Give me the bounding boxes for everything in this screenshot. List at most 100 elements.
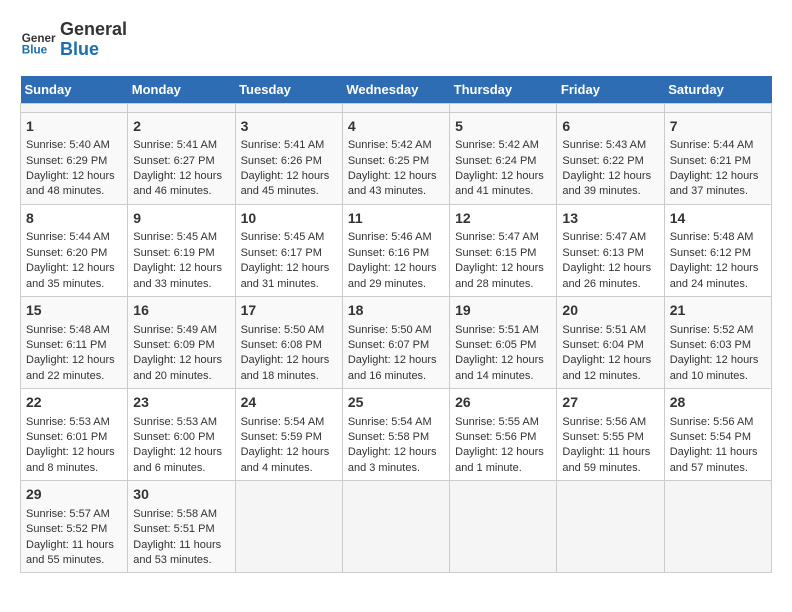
- calendar-day: 19Sunrise: 5:51 AMSunset: 6:05 PMDayligh…: [450, 296, 557, 388]
- daylight-text: Daylight: 11 hours and 55 minutes.: [26, 538, 122, 569]
- calendar-day: 22Sunrise: 5:53 AMSunset: 6:01 PMDayligh…: [21, 389, 128, 481]
- header-thursday: Thursday: [450, 76, 557, 104]
- sunset-text: Sunset: 6:26 PM: [241, 154, 337, 169]
- calendar-day: [128, 103, 235, 112]
- calendar-day: 14Sunrise: 5:48 AMSunset: 6:12 PMDayligh…: [664, 204, 771, 296]
- calendar-day: [235, 103, 342, 112]
- sunset-text: Sunset: 5:55 PM: [562, 430, 658, 445]
- calendar-day: 4Sunrise: 5:42 AMSunset: 6:25 PMDaylight…: [342, 112, 449, 204]
- calendar-day: [342, 481, 449, 573]
- calendar-day: [557, 103, 664, 112]
- sunset-text: Sunset: 6:13 PM: [562, 246, 658, 261]
- daylight-text: Daylight: 12 hours and 39 minutes.: [562, 169, 658, 200]
- calendar-day: 1Sunrise: 5:40 AMSunset: 6:29 PMDaylight…: [21, 112, 128, 204]
- day-number: 11: [348, 209, 444, 229]
- sunset-text: Sunset: 6:20 PM: [26, 246, 122, 261]
- sunset-text: Sunset: 6:19 PM: [133, 246, 229, 261]
- day-number: 30: [133, 485, 229, 505]
- sunset-text: Sunset: 6:29 PM: [26, 154, 122, 169]
- header-tuesday: Tuesday: [235, 76, 342, 104]
- day-number: 15: [26, 301, 122, 321]
- page-header: General Blue GeneralBlue: [20, 20, 772, 60]
- sunset-text: Sunset: 5:54 PM: [670, 430, 766, 445]
- daylight-text: Daylight: 12 hours and 26 minutes.: [562, 261, 658, 292]
- sunrise-text: Sunrise: 5:53 AM: [26, 415, 122, 430]
- day-number: 13: [562, 209, 658, 229]
- day-number: 6: [562, 117, 658, 137]
- calendar-day: 13Sunrise: 5:47 AMSunset: 6:13 PMDayligh…: [557, 204, 664, 296]
- header-monday: Monday: [128, 76, 235, 104]
- sunrise-text: Sunrise: 5:47 AM: [455, 230, 551, 245]
- calendar-day: 7Sunrise: 5:44 AMSunset: 6:21 PMDaylight…: [664, 112, 771, 204]
- calendar-week-3: 15Sunrise: 5:48 AMSunset: 6:11 PMDayligh…: [21, 296, 772, 388]
- calendar-week-5: 29Sunrise: 5:57 AMSunset: 5:52 PMDayligh…: [21, 481, 772, 573]
- day-number: 25: [348, 393, 444, 413]
- day-number: 27: [562, 393, 658, 413]
- daylight-text: Daylight: 12 hours and 3 minutes.: [348, 445, 444, 476]
- sunrise-text: Sunrise: 5:50 AM: [241, 323, 337, 338]
- header-sunday: Sunday: [21, 76, 128, 104]
- sunset-text: Sunset: 5:52 PM: [26, 522, 122, 537]
- calendar-day: 27 Sunrise: 5:56 AMSunset: 5:55 PMDayligh…: [557, 389, 664, 481]
- daylight-text: Daylight: 11 hours and 59 minutes.: [562, 445, 658, 476]
- sunrise-text: Sunrise: 5:49 AM: [133, 323, 229, 338]
- sunset-text: Sunset: 6:15 PM: [455, 246, 551, 261]
- sunrise-text: Sunrise: 5:56 AM: [562, 415, 658, 430]
- day-number: 21: [670, 301, 766, 321]
- sunset-text: Sunset: 6:04 PM: [562, 338, 658, 353]
- sunset-text: Sunset: 6:16 PM: [348, 246, 444, 261]
- sunset-text: Sunset: 5:51 PM: [133, 522, 229, 537]
- calendar-day: 29Sunrise: 5:57 AMSunset: 5:52 PMDayligh…: [21, 481, 128, 573]
- daylight-text: Daylight: 11 hours and 53 minutes.: [133, 538, 229, 569]
- header-wednesday: Wednesday: [342, 76, 449, 104]
- daylight-text: Daylight: 12 hours and 10 minutes.: [670, 353, 766, 384]
- calendar-day: 23Sunrise: 5:53 AMSunset: 6:00 PMDayligh…: [128, 389, 235, 481]
- calendar-week-1: 1Sunrise: 5:40 AMSunset: 6:29 PMDaylight…: [21, 112, 772, 204]
- sunset-text: Sunset: 6:01 PM: [26, 430, 122, 445]
- sunrise-text: Sunrise: 5:41 AM: [241, 138, 337, 153]
- sunrise-text: Sunrise: 5:58 AM: [133, 507, 229, 522]
- calendar-day: [450, 481, 557, 573]
- calendar-day: 12Sunrise: 5:47 AMSunset: 6:15 PMDayligh…: [450, 204, 557, 296]
- daylight-text: Daylight: 12 hours and 41 minutes.: [455, 169, 551, 200]
- daylight-text: Daylight: 12 hours and 20 minutes.: [133, 353, 229, 384]
- day-number: 3: [241, 117, 337, 137]
- daylight-text: Daylight: 12 hours and 37 minutes.: [670, 169, 766, 200]
- sunrise-text: Sunrise: 5:41 AM: [133, 138, 229, 153]
- daylight-text: Daylight: 12 hours and 29 minutes.: [348, 261, 444, 292]
- daylight-text: Daylight: 12 hours and 33 minutes.: [133, 261, 229, 292]
- sunrise-text: Sunrise: 5:42 AM: [455, 138, 551, 153]
- daylight-text: Daylight: 12 hours and 1 minute.: [455, 445, 551, 476]
- calendar-day: 18Sunrise: 5:50 AMSunset: 6:07 PMDayligh…: [342, 296, 449, 388]
- calendar-day: 2Sunrise: 5:41 AMSunset: 6:27 PMDaylight…: [128, 112, 235, 204]
- daylight-text: Daylight: 12 hours and 43 minutes.: [348, 169, 444, 200]
- header-friday: Friday: [557, 76, 664, 104]
- calendar-day: 8Sunrise: 5:44 AMSunset: 6:20 PMDaylight…: [21, 204, 128, 296]
- calendar-table: SundayMondayTuesdayWednesdayThursdayFrid…: [20, 76, 772, 574]
- calendar-day: 24Sunrise: 5:54 AMSunset: 5:59 PMDayligh…: [235, 389, 342, 481]
- sunrise-text: Sunrise: 5:56 AM: [670, 415, 766, 430]
- daylight-text: Daylight: 12 hours and 18 minutes.: [241, 353, 337, 384]
- day-number: 8: [26, 209, 122, 229]
- header-saturday: Saturday: [664, 76, 771, 104]
- calendar-day: [235, 481, 342, 573]
- daylight-text: Daylight: 12 hours and 24 minutes.: [670, 261, 766, 292]
- daylight-text: Daylight: 12 hours and 28 minutes.: [455, 261, 551, 292]
- day-number: 24: [241, 393, 337, 413]
- daylight-text: Daylight: 12 hours and 4 minutes.: [241, 445, 337, 476]
- calendar-week-4: 22Sunrise: 5:53 AMSunset: 6:01 PMDayligh…: [21, 389, 772, 481]
- logo: General Blue GeneralBlue: [20, 20, 127, 60]
- day-number: 28: [670, 393, 766, 413]
- daylight-text: Daylight: 11 hours and 57 minutes.: [670, 445, 766, 476]
- logo-icon: General Blue: [20, 22, 56, 58]
- calendar-day: 17Sunrise: 5:50 AMSunset: 6:08 PMDayligh…: [235, 296, 342, 388]
- calendar-day: 30 Sunrise: 5:58 AMSunset: 5:51 PMDayligh…: [128, 481, 235, 573]
- sunrise-text: Sunrise: 5:42 AM: [348, 138, 444, 153]
- sunrise-text: Sunrise: 5:54 AM: [348, 415, 444, 430]
- day-number: 4: [348, 117, 444, 137]
- daylight-text: Daylight: 12 hours and 22 minutes.: [26, 353, 122, 384]
- calendar-day: 11Sunrise: 5:46 AMSunset: 6:16 PMDayligh…: [342, 204, 449, 296]
- calendar-day: 5Sunrise: 5:42 AMSunset: 6:24 PMDaylight…: [450, 112, 557, 204]
- day-number: 7: [670, 117, 766, 137]
- sunrise-text: Sunrise: 5:44 AM: [26, 230, 122, 245]
